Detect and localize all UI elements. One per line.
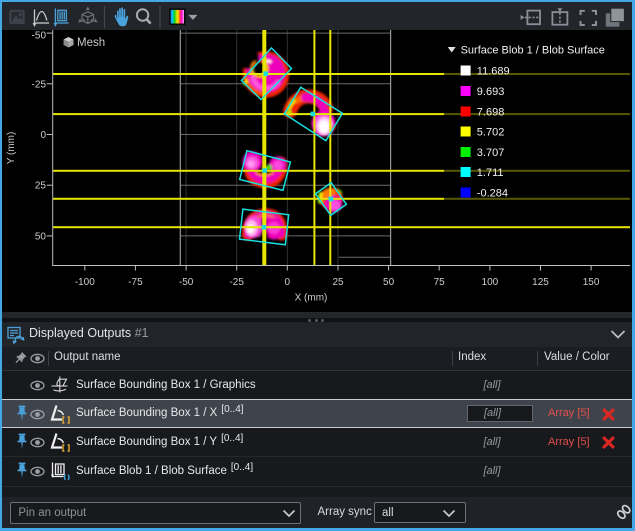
- svg-text:-50: -50: [32, 30, 47, 41]
- svg-text:Surface Blob 1 / Blob Surface: Surface Blob 1 / Blob Surface: [461, 45, 605, 57]
- svg-text:-0.284: -0.284: [477, 188, 508, 200]
- svg-text:50: 50: [35, 231, 47, 242]
- svg-text:-50: -50: [179, 277, 194, 288]
- svg-text:3.707: 3.707: [477, 147, 505, 159]
- svg-text:Mesh: Mesh: [77, 37, 105, 49]
- svg-text:-75: -75: [128, 277, 143, 288]
- svg-text:150: 150: [583, 277, 600, 288]
- svg-text:5.702: 5.702: [477, 127, 505, 139]
- svg-text:7.698: 7.698: [477, 107, 505, 119]
- svg-text:-25: -25: [32, 79, 47, 90]
- svg-text:25: 25: [332, 277, 344, 288]
- svg-text:0: 0: [40, 130, 46, 141]
- svg-text:-25: -25: [229, 277, 244, 288]
- svg-text:0: 0: [285, 277, 291, 288]
- svg-text:75: 75: [434, 277, 446, 288]
- svg-text:X (mm): X (mm): [295, 293, 328, 304]
- svg-text:-100: -100: [75, 277, 95, 288]
- svg-text:25: 25: [35, 181, 47, 192]
- svg-text:1.711: 1.711: [477, 167, 504, 179]
- svg-text:Y (mm): Y (mm): [6, 132, 17, 165]
- svg-text:100: 100: [482, 277, 499, 288]
- svg-text:125: 125: [532, 277, 549, 288]
- svg-text:50: 50: [383, 277, 395, 288]
- svg-text:11.689: 11.689: [477, 66, 510, 78]
- svg-text:9.693: 9.693: [477, 86, 505, 98]
